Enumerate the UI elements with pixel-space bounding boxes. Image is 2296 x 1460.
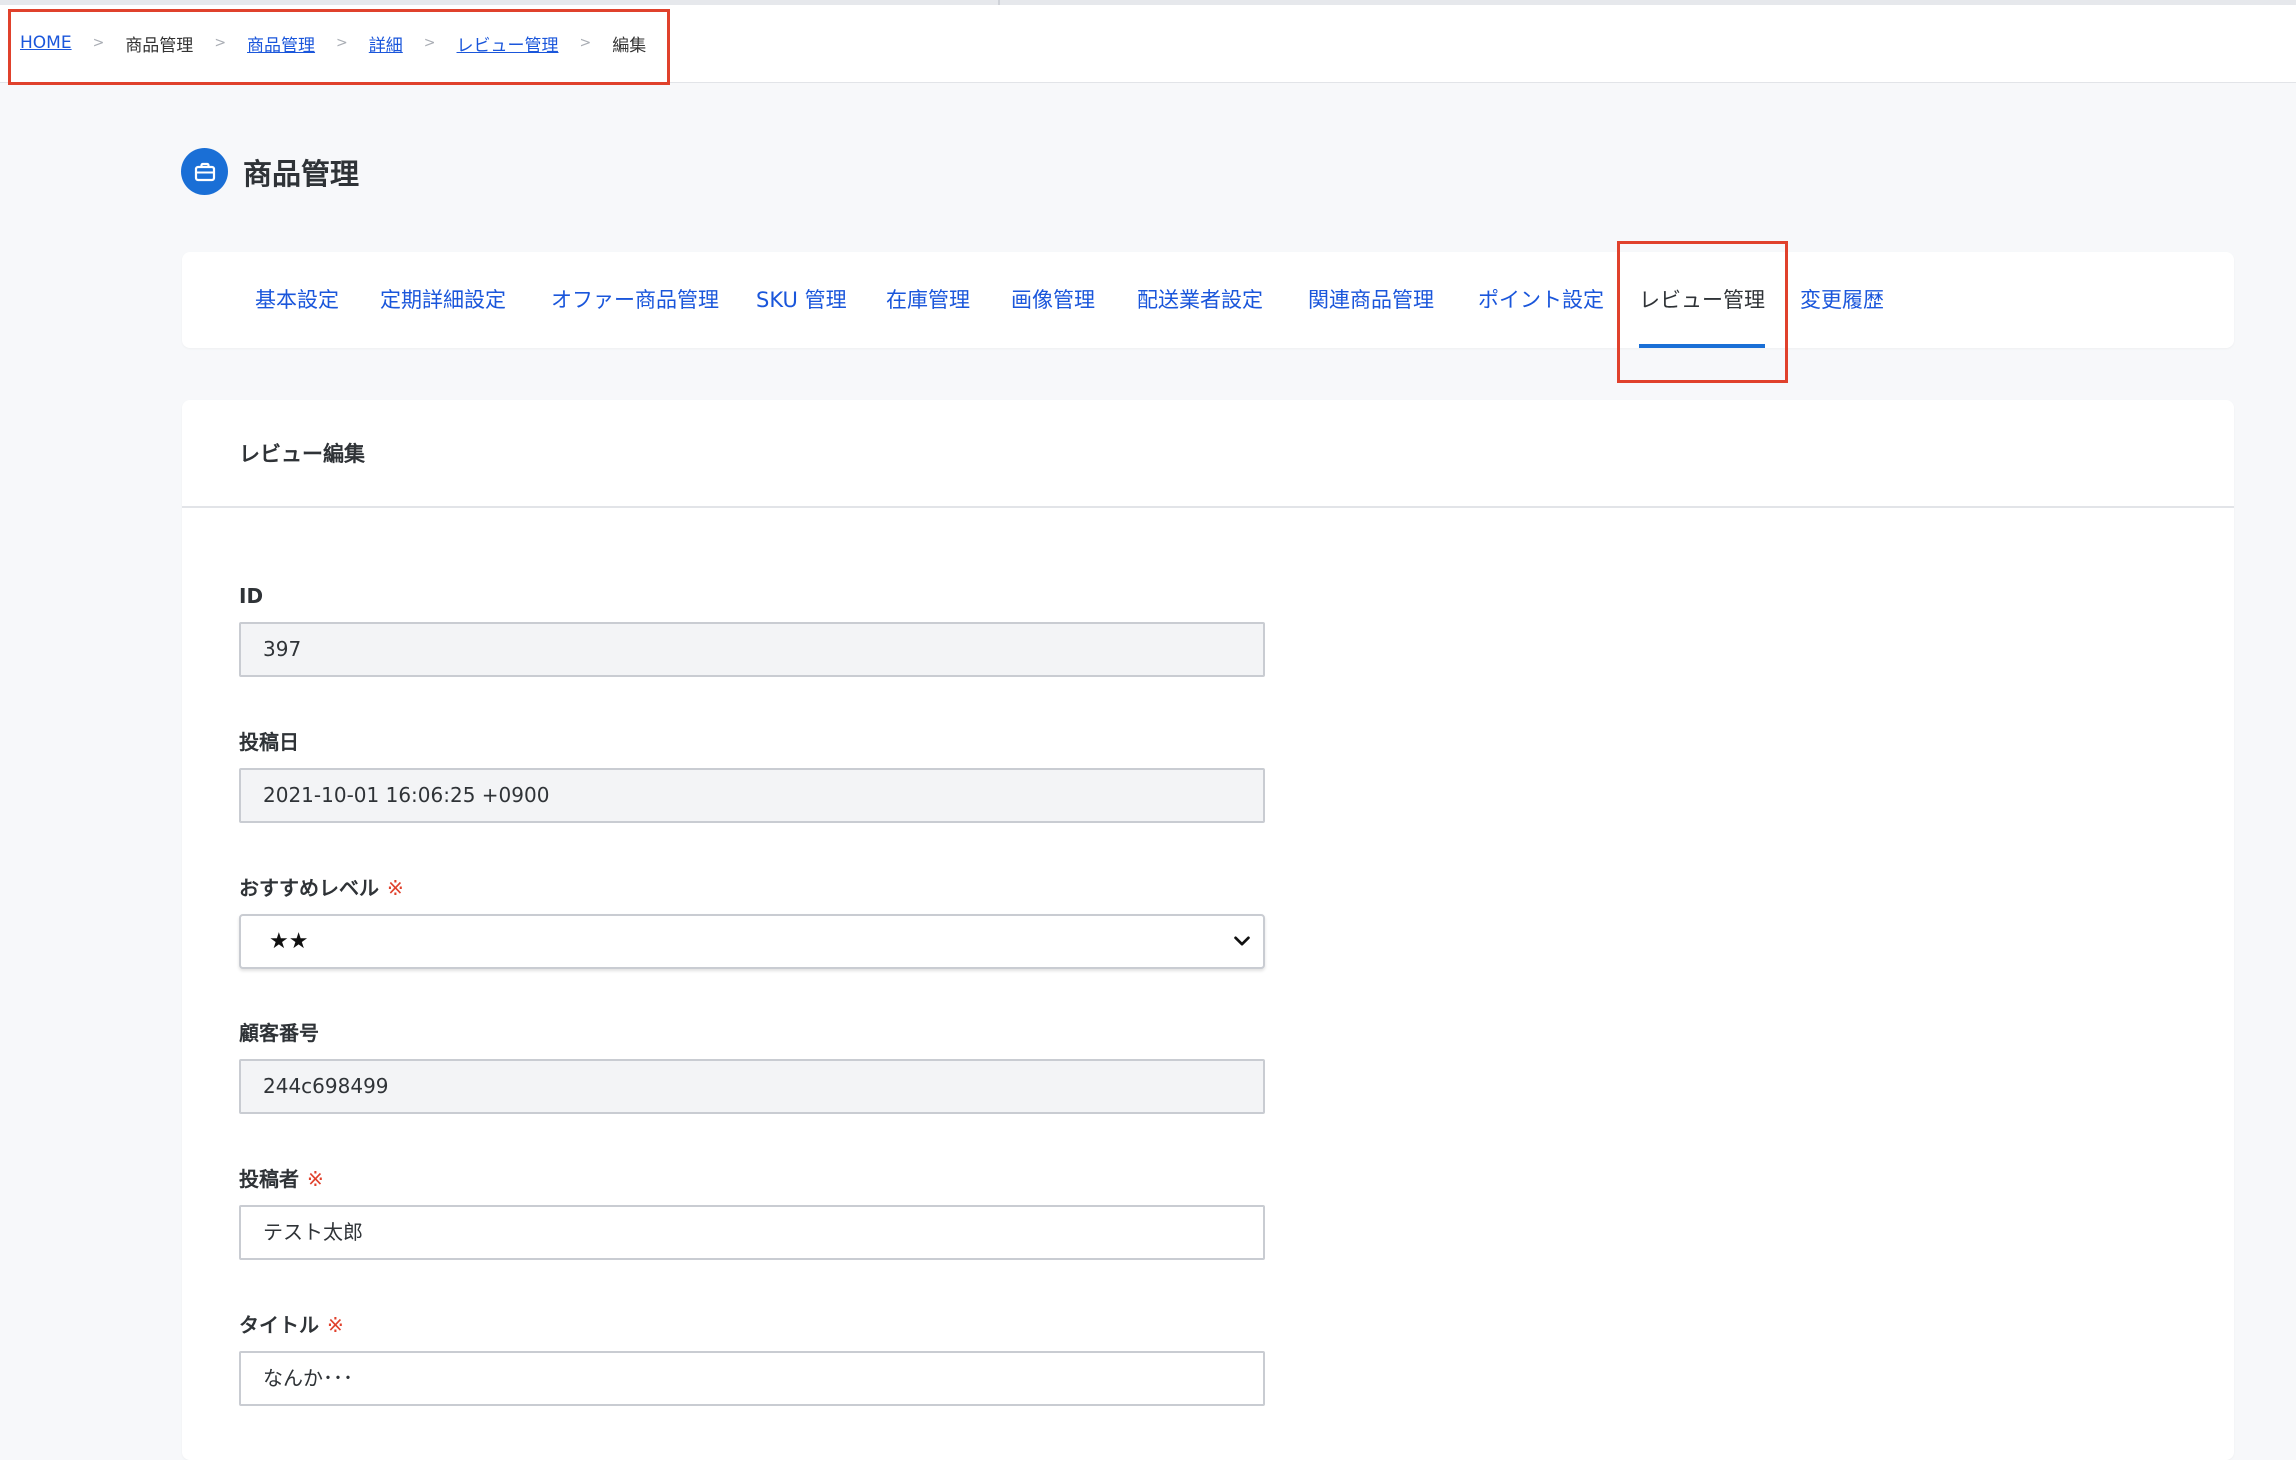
poster-input[interactable]: テスト太郎	[239, 1205, 1265, 1260]
breadcrumb: HOME > 商品管理 > 商品管理 > 詳細 > レビュー管理 > 編集	[20, 28, 646, 58]
customer-number-label: 顧客番号	[239, 1021, 319, 1045]
page-header: 商品管理	[181, 148, 359, 195]
recommend-level-label-row: おすすめレベル ※	[239, 873, 1265, 903]
tab-label: 変更履歴	[1800, 288, 1884, 312]
tab-change-history[interactable]: 変更履歴	[1800, 252, 1884, 348]
title-label-row: タイトル ※	[239, 1310, 1265, 1340]
breadcrumb-separator: >	[579, 35, 592, 51]
tab-label: 在庫管理	[886, 288, 970, 312]
title-label: タイトル	[239, 1313, 319, 1337]
tab-images[interactable]: 画像管理	[1011, 252, 1095, 348]
card-title: レビュー編集	[182, 400, 2234, 508]
posted-date-input: 2021-10-01 16:06:25 +0900	[239, 768, 1265, 823]
customer-number-input: 244c698499	[239, 1059, 1265, 1114]
poster-field-group: 投稿者 ※ テスト太郎	[239, 1164, 1265, 1260]
recommend-level-value: ★★	[269, 929, 309, 954]
recommend-level-select[interactable]: ★★	[239, 914, 1265, 969]
tab-label: 画像管理	[1011, 288, 1095, 312]
poster-label-row: 投稿者 ※	[239, 1164, 1265, 1194]
poster-label: 投稿者	[239, 1167, 299, 1191]
top-divider-tick	[998, 0, 1000, 5]
tab-shipping-carrier[interactable]: 配送業者設定	[1137, 252, 1263, 348]
required-mark: ※	[327, 1313, 344, 1337]
review-edit-card: レビュー編集 ID 397 投稿日 2021-10-01 16:06:25 +0…	[182, 400, 2234, 1460]
tab-subscription-settings[interactable]: 定期詳細設定	[380, 252, 506, 348]
breadcrumb-separator: >	[214, 35, 227, 51]
tab-label: SKU 管理	[756, 288, 847, 312]
breadcrumb-products-link[interactable]: 商品管理	[247, 31, 315, 56]
recommend-level-label: おすすめレベル	[239, 876, 379, 900]
page-title: 商品管理	[243, 156, 360, 191]
tab-label: ポイント設定	[1478, 288, 1604, 312]
posted-date-field-group: 投稿日 2021-10-01 16:06:25 +0900	[239, 727, 1265, 823]
briefcase-icon	[181, 148, 228, 195]
breadcrumb-current-page: 編集	[612, 35, 647, 56]
breadcrumb-separator: >	[423, 35, 436, 51]
chevron-down-icon	[1234, 936, 1250, 946]
tab-label: 関連商品管理	[1308, 288, 1434, 312]
tab-inventory[interactable]: 在庫管理	[886, 252, 970, 348]
recommend-level-field-group: おすすめレベル ※ ★★	[239, 873, 1265, 969]
tab-label: 基本設定	[255, 288, 339, 312]
breadcrumb-detail-link[interactable]: 詳細	[369, 31, 403, 56]
active-tab-indicator	[1639, 344, 1765, 348]
required-mark: ※	[307, 1167, 324, 1191]
tab-bar: 基本設定 定期詳細設定 オファー商品管理 SKU 管理 在庫管理 画像管理 配送…	[182, 252, 2234, 348]
tab-basic-settings[interactable]: 基本設定	[255, 252, 339, 348]
tab-label: 定期詳細設定	[380, 288, 506, 312]
id-label: ID	[239, 584, 264, 608]
tab-sku[interactable]: SKU 管理	[756, 252, 847, 348]
tab-label: レビュー管理	[1639, 288, 1765, 312]
posted-date-label: 投稿日	[239, 730, 299, 754]
id-field-group: ID 397	[239, 581, 1265, 677]
tab-label: オファー商品管理	[551, 288, 719, 312]
tab-reviews[interactable]: レビュー管理	[1639, 252, 1765, 348]
tab-related-products[interactable]: 関連商品管理	[1308, 252, 1434, 348]
tab-label: 配送業者設定	[1137, 288, 1263, 312]
breadcrumb-review-link[interactable]: レビュー管理	[457, 31, 559, 56]
top-divider	[0, 0, 2296, 5]
customer-number-field-group: 顧客番号 244c698499	[239, 1018, 1265, 1114]
title-field-group: タイトル ※ なんか･･･	[239, 1310, 1265, 1406]
required-mark: ※	[387, 876, 404, 900]
title-input[interactable]: なんか･･･	[239, 1351, 1265, 1406]
breadcrumb-home-link[interactable]: HOME	[20, 33, 72, 53]
tab-points[interactable]: ポイント設定	[1478, 252, 1604, 348]
top-bar: HOME > 商品管理 > 商品管理 > 詳細 > レビュー管理 > 編集	[0, 0, 2296, 83]
breadcrumb-separator: >	[336, 35, 348, 51]
breadcrumb-current-section: 商品管理	[125, 35, 194, 56]
breadcrumb-separator: >	[92, 35, 105, 51]
id-input: 397	[239, 622, 1265, 677]
tab-offer-products[interactable]: オファー商品管理	[551, 252, 719, 348]
